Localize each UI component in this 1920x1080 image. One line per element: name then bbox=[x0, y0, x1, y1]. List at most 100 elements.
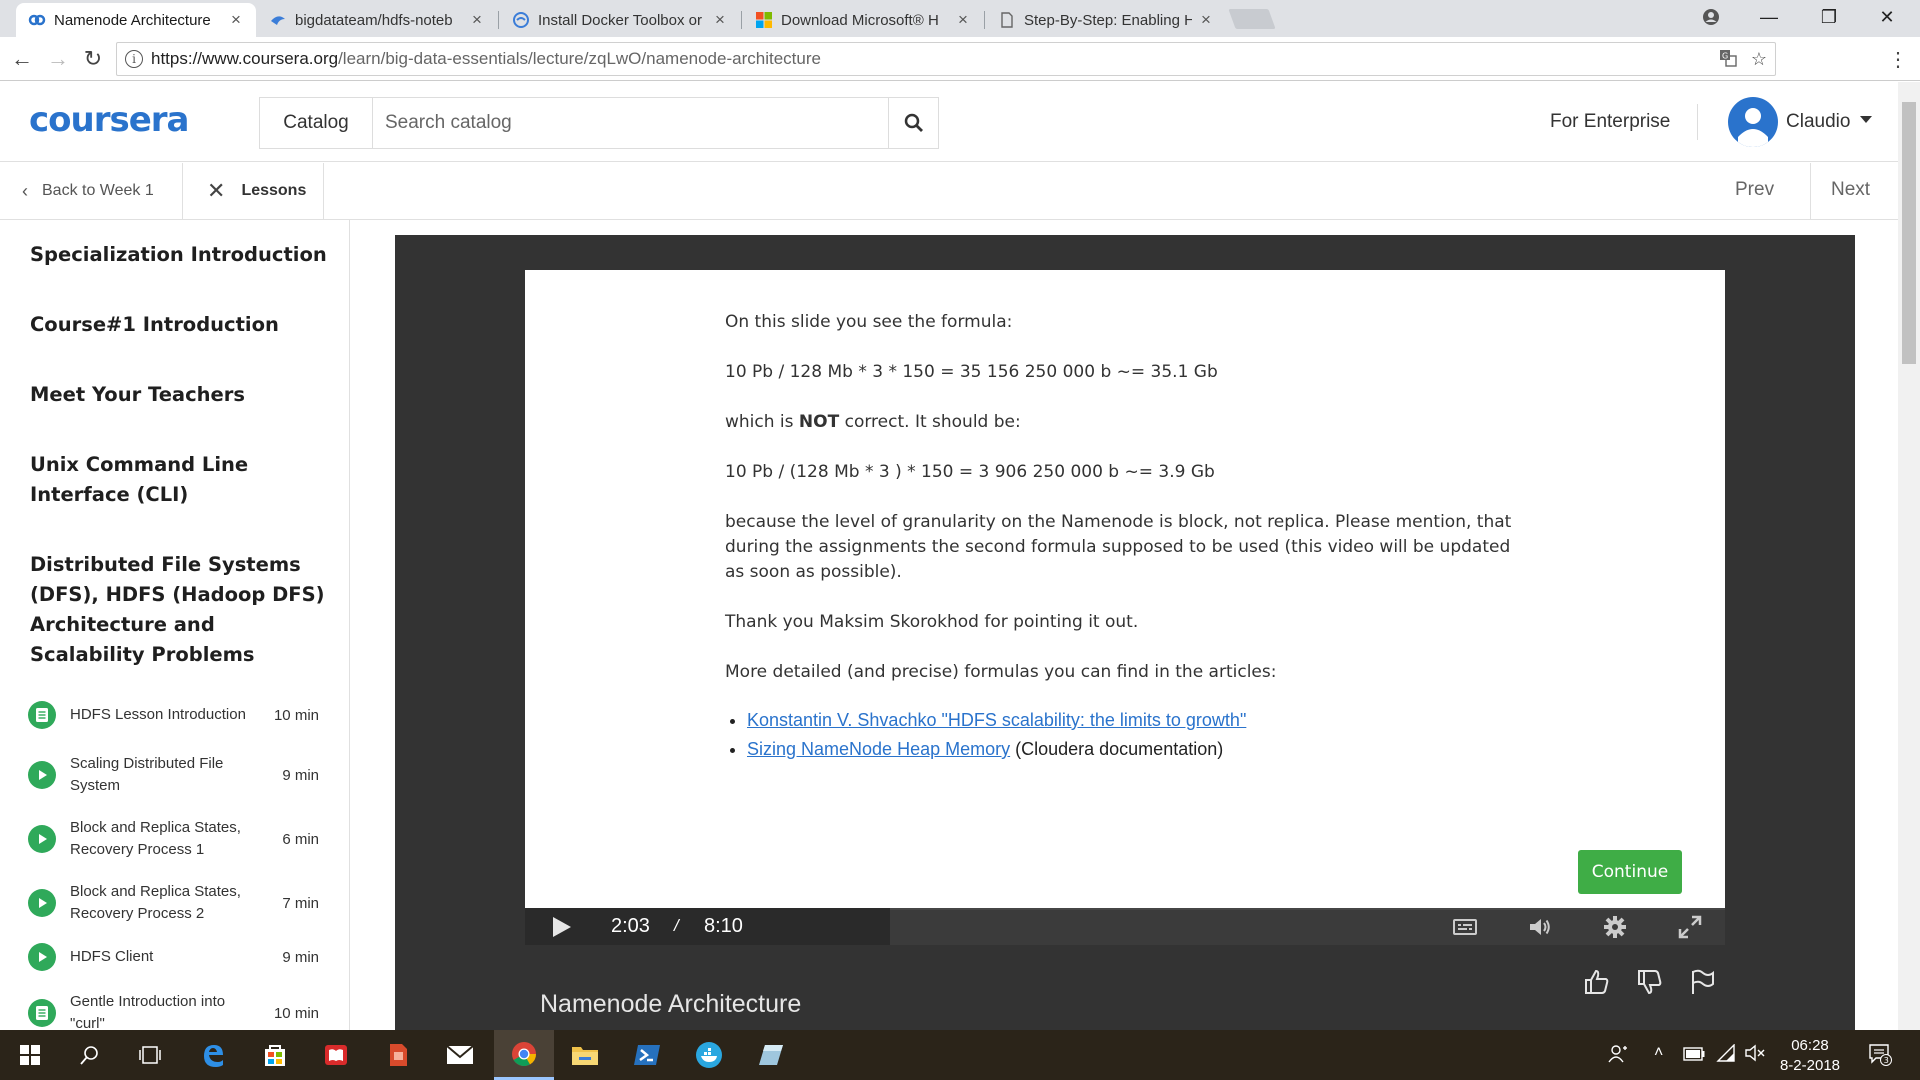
docker-app[interactable] bbox=[679, 1030, 739, 1080]
virtualbox-app[interactable] bbox=[741, 1030, 801, 1080]
tab-namenode-architecture[interactable]: Namenode Architecture × bbox=[16, 3, 256, 37]
tab-title: bigdatateam/hdfs-noteb bbox=[295, 11, 453, 29]
item-label: HDFS Lesson Introduction bbox=[70, 706, 246, 723]
list-item[interactable]: Gentle Introduction into "curl" 10 min bbox=[28, 991, 324, 1030]
list-item[interactable]: HDFS Client 9 min bbox=[28, 943, 324, 971]
list-item: Konstantin V. Shvachko "HDFS scalability… bbox=[747, 706, 1525, 735]
taskbar-clock[interactable]: 06:28 8-2-2018 bbox=[1775, 1036, 1845, 1076]
link-suffix: (Cloudera documentation) bbox=[1010, 739, 1224, 759]
chrome-icon bbox=[512, 1041, 536, 1066]
back-to-week-button[interactable]: ‹ Back to Week 1 bbox=[0, 163, 183, 219]
powershell-app[interactable] bbox=[617, 1030, 677, 1080]
play-video-icon bbox=[28, 943, 56, 971]
thumbs-up-icon[interactable] bbox=[1583, 968, 1611, 996]
close-tab-icon[interactable]: × bbox=[712, 10, 728, 30]
list-item[interactable]: Block and Replica States, Recovery Proce… bbox=[28, 881, 324, 925]
chevron-up-icon[interactable]: ˄ bbox=[1654, 1044, 1663, 1062]
search-button[interactable] bbox=[888, 98, 938, 148]
office-lens-app[interactable] bbox=[368, 1030, 428, 1080]
chrome-app[interactable] bbox=[494, 1030, 554, 1080]
search-icon bbox=[80, 1046, 98, 1065]
tab-title: Download Microsoft® H bbox=[781, 11, 939, 29]
clock-time: 06:28 bbox=[1791, 1037, 1829, 1054]
folder-icon bbox=[572, 1047, 598, 1065]
list-item[interactable]: Scaling Distributed File System 9 min bbox=[28, 753, 324, 797]
flag-icon[interactable] bbox=[1689, 968, 1717, 996]
store-icon bbox=[265, 1045, 285, 1066]
address-bar[interactable]: i https://www.coursera.org/learn/big-dat… bbox=[116, 42, 1776, 76]
user-name[interactable]: Claudio bbox=[1786, 111, 1850, 133]
subtitles-icon[interactable] bbox=[1453, 915, 1477, 939]
catalog-button[interactable]: Catalog bbox=[260, 98, 373, 148]
action-center-icon[interactable]: 3 bbox=[1868, 1042, 1892, 1071]
close-tab-icon[interactable]: × bbox=[228, 10, 244, 30]
settings-gear-icon[interactable] bbox=[1603, 915, 1627, 939]
module-dfs-hdfs[interactable]: Distributed File Systems (DFS), HDFS (Ha… bbox=[30, 550, 330, 670]
volume-muted-icon[interactable] bbox=[1745, 1044, 1767, 1062]
minimize-icon[interactable]: — bbox=[1746, 0, 1792, 34]
continue-button[interactable]: Continue bbox=[1578, 850, 1682, 894]
video-player[interactable]: On this slide you see the formula: 10 Pb… bbox=[395, 235, 1855, 1030]
time-separator: / bbox=[674, 916, 679, 935]
file-explorer-app[interactable] bbox=[555, 1030, 615, 1080]
volume-icon[interactable] bbox=[1528, 915, 1552, 939]
user-avatar[interactable] bbox=[1728, 97, 1778, 147]
lessons-toggle-button[interactable]: ✕ Lessons bbox=[183, 163, 324, 219]
list-item[interactable]: Block and Replica States, Recovery Proce… bbox=[28, 817, 324, 861]
page-scrollbar[interactable] bbox=[1898, 82, 1920, 1030]
tab-title: Namenode Architecture bbox=[54, 11, 211, 29]
chevron-down-icon[interactable] bbox=[1860, 116, 1872, 123]
close-tab-icon[interactable]: × bbox=[469, 10, 485, 30]
translate-icon[interactable]: G bbox=[1719, 49, 1737, 72]
scrollbar-thumb[interactable] bbox=[1902, 102, 1916, 364]
reload-icon[interactable]: ↻ bbox=[77, 43, 109, 75]
new-tab-button[interactable] bbox=[1228, 9, 1276, 29]
module-course1-introduction[interactable]: Course#1 Introduction bbox=[30, 310, 330, 340]
prev-button[interactable]: Prev bbox=[1735, 179, 1774, 201]
reader-app[interactable] bbox=[306, 1030, 366, 1080]
back-arrow-icon[interactable]: ← bbox=[6, 43, 38, 75]
search-icon bbox=[904, 113, 923, 132]
for-enterprise-link[interactable]: For Enterprise bbox=[1550, 111, 1670, 133]
clock-date: 8-2-2018 bbox=[1779, 1057, 1841, 1074]
restore-icon[interactable]: ❐ bbox=[1806, 0, 1852, 34]
close-tab-icon[interactable]: × bbox=[1198, 10, 1214, 30]
tab-step-by-step[interactable]: Step-By-Step: Enabling H × bbox=[986, 3, 1226, 37]
fullscreen-icon[interactable] bbox=[1678, 915, 1702, 939]
site-info-icon[interactable]: i bbox=[125, 50, 143, 68]
battery-icon[interactable] bbox=[1683, 1047, 1705, 1061]
mail-app[interactable] bbox=[430, 1030, 490, 1080]
browser-menu-icon[interactable]: ⋮ bbox=[1882, 43, 1914, 75]
play-icon[interactable] bbox=[553, 917, 571, 937]
item-label: Block and Replica States, Recovery Proce… bbox=[70, 819, 241, 858]
search-taskbar-button[interactable] bbox=[60, 1030, 120, 1080]
edge-app[interactable] bbox=[183, 1030, 243, 1080]
header-divider bbox=[1697, 104, 1698, 140]
next-button[interactable]: Next bbox=[1831, 179, 1870, 201]
close-window-icon[interactable]: ✕ bbox=[1864, 0, 1910, 34]
bookmark-star-icon[interactable]: ☆ bbox=[1751, 49, 1767, 72]
start-button[interactable] bbox=[0, 1030, 60, 1080]
thumbs-down-icon[interactable] bbox=[1636, 968, 1664, 996]
close-tab-icon[interactable]: × bbox=[955, 10, 971, 30]
tab-bigdatateam[interactable]: bigdatateam/hdfs-noteb × bbox=[257, 3, 497, 37]
task-view-button[interactable] bbox=[120, 1030, 180, 1080]
module-meet-your-teachers[interactable]: Meet Your Teachers bbox=[30, 380, 330, 410]
forward-arrow-icon[interactable]: → bbox=[42, 43, 74, 75]
note-paragraph: Thank you Maksim Skorokhod for pointing … bbox=[725, 612, 1139, 632]
people-icon[interactable] bbox=[1608, 1044, 1628, 1064]
search-input[interactable] bbox=[373, 98, 888, 148]
coursera-logo[interactable]: coursera bbox=[29, 100, 189, 140]
tab-docker-toolbox[interactable]: Install Docker Toolbox or × bbox=[500, 3, 740, 37]
module-unix-cli[interactable]: Unix Command Line Interface (CLI) bbox=[30, 450, 330, 510]
module-specialization-introduction[interactable]: Specialization Introduction bbox=[30, 240, 330, 270]
store-app[interactable] bbox=[245, 1030, 305, 1080]
profile-icon[interactable] bbox=[1688, 0, 1734, 34]
list-item[interactable]: HDFS Lesson Introduction 10 min bbox=[28, 701, 324, 729]
shvachko-article-link[interactable]: Konstantin V. Shvachko "HDFS scalability… bbox=[747, 710, 1246, 730]
wifi-icon[interactable] bbox=[1716, 1044, 1736, 1062]
play-video-icon bbox=[28, 825, 56, 853]
cloudera-article-link[interactable]: Sizing NameNode Heap Memory bbox=[747, 739, 1010, 759]
chevron-left-icon: ‹ bbox=[22, 180, 28, 201]
tab-download-microsoft[interactable]: Download Microsoft® H × bbox=[743, 3, 983, 37]
